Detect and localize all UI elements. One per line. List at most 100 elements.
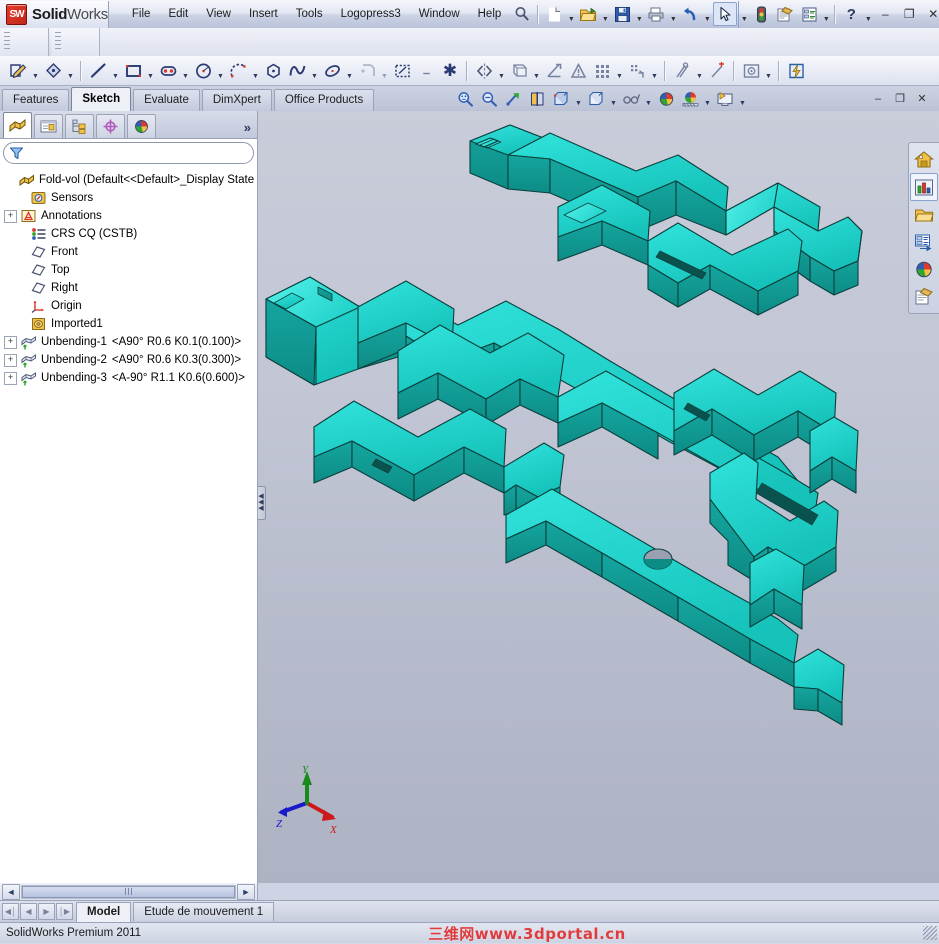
menu-item-file[interactable]: File [123,4,160,24]
menu-item-logopress3[interactable]: Logopress3 [332,4,410,24]
repair-sketch-caret-icon[interactable]: ▼ [694,56,705,86]
smart-dimension-caret-icon[interactable]: ▼ [65,56,76,86]
empty-toolbar-1[interactable] [0,28,49,56]
document-tab-model[interactable]: Model [76,901,132,922]
restore-document-button[interactable]: ❐ [889,89,911,109]
sketch-tool-caret-icon[interactable]: ▼ [30,56,41,86]
appearances-scenes-button[interactable] [911,256,937,282]
help-button[interactable]: ? [840,3,862,25]
save-document-button[interactable] [611,3,633,25]
rectangle-caret-icon[interactable]: ▼ [145,56,156,86]
minimize-window-button[interactable]: – [873,3,897,25]
view-orientation-button[interactable] [549,88,573,110]
tree-expander-plus[interactable]: + [4,353,17,367]
text-button[interactable] [414,59,438,83]
graphics-area[interactable]: ◀ ◀ ◀ Z X Y [258,111,939,883]
trim-entities-button[interactable] [390,59,414,83]
grid-caret-icon[interactable]: ▼ [614,56,625,86]
menu-item-insert[interactable]: Insert [240,4,287,24]
feature-tree-filter[interactable] [3,142,254,164]
sketch-tool-button[interactable] [6,59,30,83]
menu-item-view[interactable]: View [197,4,240,24]
arc-caret-icon[interactable]: ▼ [250,56,261,86]
view-settings-caret-icon[interactable]: ▼ [737,85,748,112]
scroll-left-arrow[interactable]: ◄ [2,883,20,900]
section-view-button[interactable] [525,88,549,110]
ellipse-button[interactable] [320,59,344,83]
previous-view-button[interactable] [501,88,525,110]
custom-properties-button[interactable] [911,283,937,309]
line-button[interactable] [86,59,110,83]
select-caret-icon[interactable]: ▼ [738,0,749,28]
toolbar-grip-handle[interactable] [4,32,10,52]
tree-expander-plus[interactable]: + [4,209,17,223]
feature-manager-tree-tab[interactable] [3,112,32,138]
hide-show-items-button[interactable] [619,88,643,110]
line-caret-icon[interactable]: ▼ [110,56,121,86]
feature-tree-horizontal-scrollbar[interactable]: ◄ ► [0,883,258,900]
spline-button[interactable] [285,59,309,83]
display-style-caret-icon[interactable]: ▼ [608,85,619,112]
spline-caret-icon[interactable]: ▼ [309,56,320,86]
rebuild-button[interactable] [750,3,772,25]
scrollbar-thumb[interactable] [22,885,235,898]
tree-item-origin[interactable]: Origin [4,297,257,315]
sketch-settings-button[interactable] [739,59,763,83]
tree-item-sensors[interactable]: Sensors [4,189,257,207]
rectangle-button[interactable] [121,59,145,83]
linear-pattern-button[interactable] [507,59,531,83]
display-manager-tab[interactable] [127,114,156,138]
display-delete-relations-button[interactable] [566,59,590,83]
tree-item-material[interactable]: CRS CQ (CSTB) [4,225,257,243]
mirror-entities-button[interactable] [472,59,496,83]
options-button[interactable] [798,3,820,25]
close-window-button[interactable]: ✕ [921,3,939,25]
menu-item-edit[interactable]: Edit [159,4,197,24]
undo-button[interactable] [679,3,701,25]
menu-item-window[interactable]: Window [410,4,469,24]
rapid-sketch-button[interactable] [784,59,808,83]
print-document-button[interactable] [645,3,667,25]
previous-tab-button[interactable]: ◀ [20,903,37,920]
tree-item-unbending-1[interactable]: + Unbending-1 <A90° R0.6 K0.1(0.100)> [4,333,257,351]
print-document-caret-icon[interactable]: ▼ [668,1,678,28]
convert-entities-button[interactable] [625,59,649,83]
quick-snaps-button[interactable] [705,59,729,83]
sketch-fillet-button[interactable] [355,59,379,83]
slot-caret-icon[interactable]: ▼ [180,56,191,86]
offset-entities-button[interactable] [542,59,566,83]
arc-button[interactable] [226,59,250,83]
file-properties-button[interactable] [774,3,796,25]
view-palette-button[interactable] [911,229,937,255]
apply-scene-caret-icon[interactable]: ▼ [702,85,713,112]
feature-manager-expand-chevron-icon[interactable]: » [244,120,257,138]
help-caret-icon[interactable]: ▼ [863,1,873,28]
select-button[interactable] [713,2,738,26]
ellipse-caret-icon[interactable]: ▼ [344,56,355,86]
tree-item-unbending-2[interactable]: + Unbending-2 <A90° R0.6 K0.3(0.300)> [4,351,257,369]
point-button[interactable]: ✱ [438,59,462,83]
apply-scene-button[interactable] [678,88,702,110]
menu-item-tools[interactable]: Tools [287,4,332,24]
resize-grip[interactable] [923,926,937,940]
new-document-caret-icon[interactable]: ▼ [566,1,576,28]
last-tab-button[interactable]: │▶ [56,903,73,920]
sketch-fillet-caret-icon[interactable]: ▼ [379,56,390,86]
close-document-button[interactable]: ✕ [911,89,933,109]
file-explorer-button[interactable] [911,202,937,228]
panel-splitter-handle[interactable]: ◀ ◀ ◀ [258,486,266,520]
scroll-right-arrow[interactable]: ► [237,883,255,900]
open-document-caret-icon[interactable]: ▼ [600,1,610,28]
configuration-manager-tab[interactable] [65,114,94,138]
undo-caret-icon[interactable]: ▼ [702,1,712,28]
grid-button[interactable] [590,59,614,83]
tab-evaluate[interactable]: Evaluate [133,89,200,111]
tree-item-right-plane[interactable]: Right [4,279,257,297]
scrollbar-track[interactable] [21,884,236,899]
tree-item-front-plane[interactable]: Front [4,243,257,261]
menu-item-help[interactable]: Help [469,4,511,24]
tree-item-imported1[interactable]: Imported1 [4,315,257,333]
tab-features[interactable]: Features [2,89,70,111]
restore-window-button[interactable]: ❐ [897,3,921,25]
tree-item-top-plane[interactable]: Top [4,261,257,279]
